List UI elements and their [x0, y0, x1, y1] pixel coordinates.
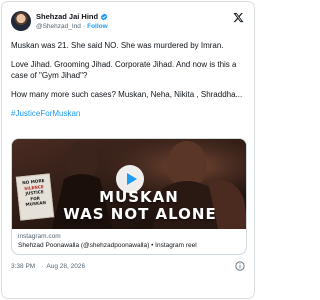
hashtag-link[interactable]: #JusticeForMuskan — [11, 109, 80, 118]
video-thumbnail[interactable]: NO MORE SILENCE JUSTICE FOR MUSKAN MUSKA… — [12, 139, 246, 229]
author-handle[interactable]: @Shehzad_Ind — [36, 23, 81, 30]
tweet-text: Muskan was 21. She said NO. She was murd… — [11, 40, 249, 127]
link-domain: instagram.com — [18, 233, 61, 240]
tweet-date[interactable]: Aug 28, 2026 — [46, 262, 85, 271]
tweet-paragraph-2: Love Jihad. Grooming Jihad. Corporate Ji… — [11, 60, 237, 80]
tweet-paragraph-1: Muskan was 21. She said NO. She was murd… — [11, 41, 224, 50]
author-handle-row: @Shehzad_Ind · Follow — [36, 22, 108, 31]
tweet-footer: 3:38 PM · Aug 28, 2026 — [11, 262, 85, 271]
media-card[interactable]: NO MORE SILENCE JUSTICE FOR MUSKAN MUSKA… — [11, 138, 247, 255]
play-icon — [126, 173, 137, 185]
separator-dot: · — [82, 23, 86, 30]
play-button[interactable] — [116, 165, 144, 193]
link-preview-meta: instagram.com Shehzad Poonawalla (@shehz… — [12, 229, 246, 250]
avatar[interactable] — [11, 11, 31, 31]
tweet-time[interactable]: 3:38 PM — [11, 262, 35, 271]
x-logo-icon[interactable] — [233, 12, 244, 23]
author-block: Shehzad Jai Hind @Shehzad_Ind · Follow — [36, 12, 108, 31]
verified-badge-icon — [100, 13, 108, 20]
link-title[interactable]: Shehzad Poonawalla (@shehzadpoonawalla) … — [18, 241, 240, 250]
info-icon[interactable] — [235, 261, 245, 271]
embedded-tweet[interactable]: Shehzad Jai Hind @Shehzad_Ind · Follow Mus… — [1, 1, 255, 299]
overlay-line-2: WAS NOT ALONE — [63, 205, 217, 223]
video-overlay-title: MUSKAN WAS NOT ALONE — [12, 189, 246, 223]
author-name-row[interactable]: Shehzad Jai Hind — [36, 12, 108, 21]
footer-separator: · — [41, 263, 44, 270]
follow-button[interactable]: Follow — [87, 23, 108, 30]
tweet-paragraph-3: How many more such cases? Muskan, Neha, … — [11, 90, 243, 99]
tweet-header: Shehzad Jai Hind @Shehzad_Ind · Follow — [11, 11, 245, 33]
author-display-name[interactable]: Shehzad Jai Hind — [36, 12, 98, 21]
